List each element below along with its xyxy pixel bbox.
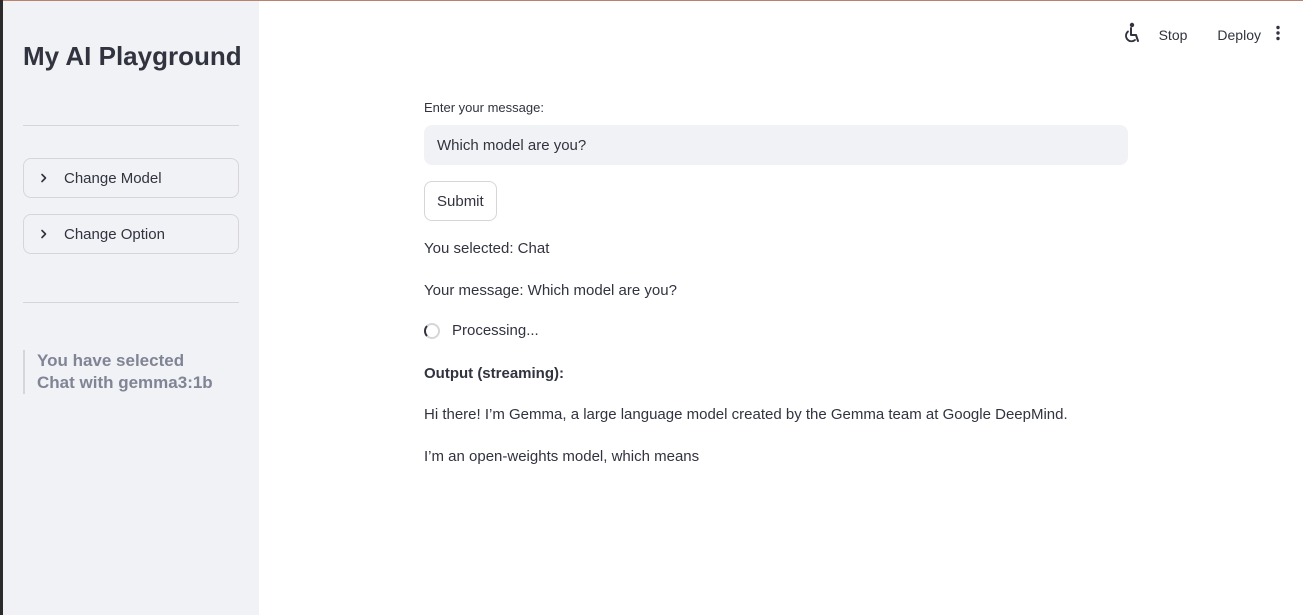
sidebar-divider-bottom: [23, 302, 239, 303]
output-paragraph: Hi there! I’m Gemma, a large language mo…: [424, 406, 1068, 423]
sidebar: My AI Playground Change Model Change Opt…: [3, 1, 259, 615]
change-option-expander[interactable]: Change Option: [23, 214, 239, 254]
app-toolbar: Stop Deploy: [1115, 18, 1283, 51]
spinner-icon: [424, 322, 440, 339]
accessibility-icon[interactable]: [1115, 18, 1147, 51]
stop-button[interactable]: Stop: [1151, 23, 1196, 47]
sidebar-divider-top: [23, 125, 239, 126]
change-option-label: Change Option: [64, 225, 165, 243]
deploy-button[interactable]: Deploy: [1209, 23, 1269, 47]
processing-status: Processing...: [424, 322, 539, 339]
output-heading: Output (streaming):: [424, 365, 564, 382]
selection-info-callout: You have selected Chat with gemma3:1b: [23, 350, 223, 394]
chevron-right-icon: [24, 229, 64, 239]
user-message-text: Your message: Which model are you?: [424, 282, 677, 299]
submit-button[interactable]: Submit: [424, 181, 497, 221]
more-vertical-icon[interactable]: [1273, 21, 1283, 48]
chevron-right-icon: [24, 173, 64, 183]
change-model-expander[interactable]: Change Model: [23, 158, 239, 198]
message-input[interactable]: [424, 125, 1128, 165]
selected-mode-text: You selected: Chat: [424, 240, 550, 257]
change-model-label: Change Model: [64, 169, 162, 187]
output-paragraph: I’m an open-weights model, which means: [424, 448, 700, 465]
message-input-label: Enter your message:: [424, 100, 544, 115]
processing-status-text: Processing...: [452, 322, 539, 339]
sidebar-title: My AI Playground: [23, 41, 242, 71]
